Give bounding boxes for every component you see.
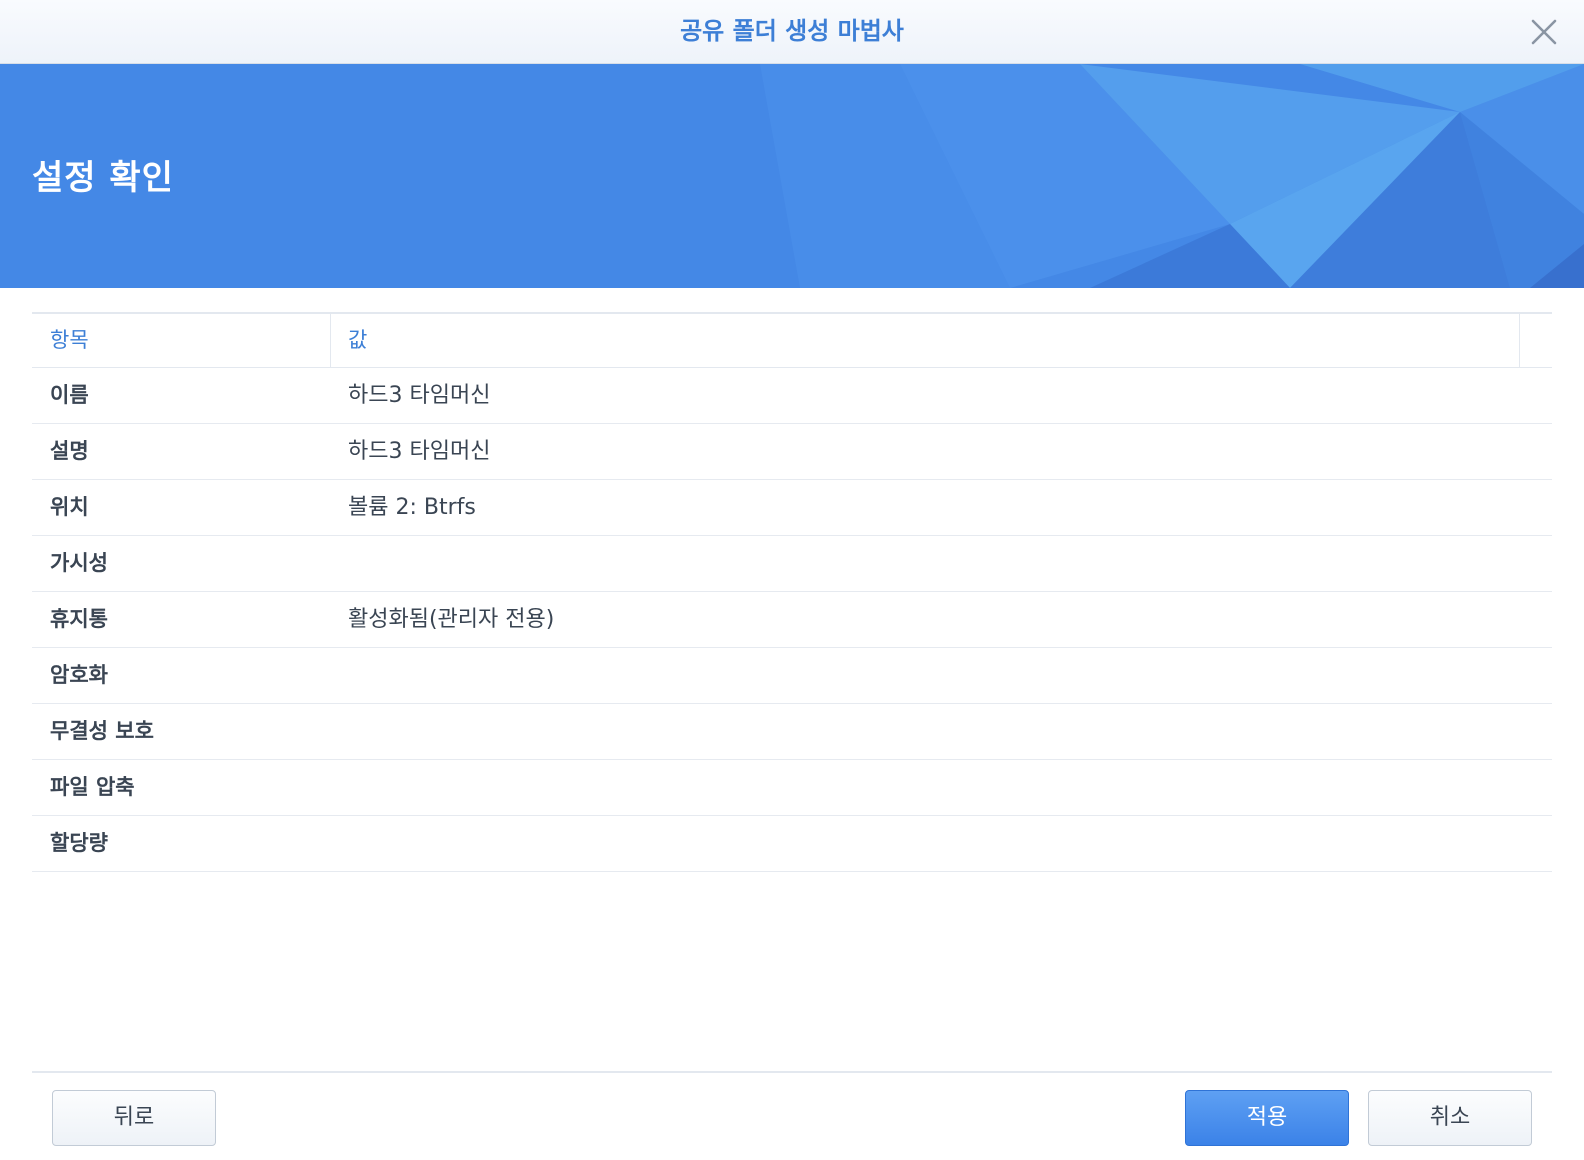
table-row: 무결성 보호 <box>32 704 1552 760</box>
title-bar: 공유 폴더 생성 마법사 <box>0 0 1584 64</box>
row-key: 설명 <box>50 439 89 463</box>
footer-divider <box>32 1071 1552 1073</box>
row-key: 할당량 <box>50 831 108 855</box>
table-row: 설명 하드3 타임머신 <box>32 424 1552 480</box>
wizard-banner: 설정 확인 <box>0 64 1584 288</box>
row-value: 하드3 타임머신 <box>348 439 491 464</box>
column-header-item[interactable]: 항목 <box>50 314 89 368</box>
column-divider[interactable] <box>1519 314 1520 367</box>
row-key: 무결성 보호 <box>50 719 154 743</box>
row-key: 파일 압축 <box>50 775 135 799</box>
row-value: 활성화됨(관리자 전용) <box>348 607 555 632</box>
table-row: 할당량 <box>32 816 1552 872</box>
table-row: 가시성 <box>32 536 1552 592</box>
row-value: 볼륨 2: Btrfs <box>348 495 476 520</box>
settings-summary-table: 항목 값 이름 하드3 타임머신 설명 하드3 타임머신 위치 볼륨 2: Bt… <box>32 312 1552 872</box>
window-title: 공유 폴더 생성 마법사 <box>680 17 904 45</box>
apply-button[interactable]: 적용 <box>1185 1090 1349 1146</box>
column-divider[interactable] <box>330 314 331 367</box>
row-value: 하드3 타임머신 <box>348 383 491 408</box>
row-key: 위치 <box>50 495 89 519</box>
table-row: 파일 압축 <box>32 760 1552 816</box>
cancel-button[interactable]: 취소 <box>1368 1090 1532 1146</box>
column-header-value[interactable]: 값 <box>348 314 367 368</box>
step-heading: 설정 확인 <box>32 158 174 198</box>
table-row: 암호화 <box>32 648 1552 704</box>
table-header: 항목 값 <box>32 314 1552 368</box>
create-shared-folder-wizard: 공유 폴더 생성 마법사 설정 확인 항목 값 이름 하드3 타임머신 설명 하… <box>0 0 1584 1160</box>
banner-background <box>0 64 1584 288</box>
table-row: 이름 하드3 타임머신 <box>32 368 1552 424</box>
table-row: 휴지통 활성화됨(관리자 전용) <box>32 592 1552 648</box>
close-icon[interactable] <box>1528 16 1560 48</box>
back-button[interactable]: 뒤로 <box>52 1090 216 1146</box>
row-key: 휴지통 <box>50 607 108 631</box>
row-key: 가시성 <box>50 551 108 575</box>
table-row: 위치 볼륨 2: Btrfs <box>32 480 1552 536</box>
row-key: 이름 <box>50 383 89 407</box>
row-key: 암호화 <box>50 663 108 687</box>
